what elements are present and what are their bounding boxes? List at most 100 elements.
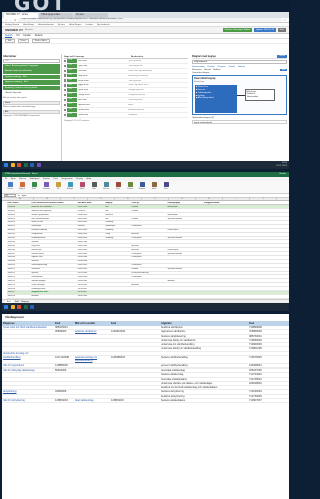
ribbon-button[interactable]: Slett [113, 182, 123, 192]
table-cell[interactable]: hudstatus [31, 268, 77, 270]
table-cell[interactable]: undersos om emotional ... [31, 206, 77, 208]
filter-item-clear[interactable]: Ubetalt: Fjern alle [3, 91, 60, 96]
column-letter[interactable]: B [34, 198, 61, 201]
table-cell[interactable]: søvnmønster [31, 276, 77, 278]
table-cell[interactable]: 289901004 [77, 280, 105, 282]
table-cell[interactable]: 289001008 [77, 245, 105, 247]
table-cell[interactable]: vårdbehandling [2, 356, 54, 363]
semantic-filter-dropdown[interactable]: Alle [3, 109, 60, 114]
table-cell[interactable]: Avsluttet [131, 284, 167, 286]
table-cell[interactable]: trykksår [31, 272, 77, 274]
concept-name[interactable]: trykk, tale [78, 65, 128, 67]
row-checkbox[interactable] [64, 93, 67, 97]
ribbon-button[interactable]: Tall [53, 182, 63, 192]
update-button[interactable]: Update: 2023-11-15 [253, 28, 277, 32]
table-cell[interactable]: Observasjon [167, 249, 203, 251]
excel-account[interactable]: Bruker [280, 172, 289, 177]
left-search-input[interactable]: Søk... [3, 59, 60, 63]
table-cell[interactable]: fallrisiko [31, 260, 77, 262]
table-cell[interactable]: 1804015 [7, 225, 31, 227]
ribbon-button[interactable]: Sorter [149, 182, 159, 192]
table-cell[interactable]: 289201004 [77, 253, 105, 255]
language-filter-dropdown[interactable]: Norsk [3, 100, 60, 105]
concept-name[interactable]: tale evne [78, 99, 128, 101]
table-cell[interactable]: Informasjon [167, 206, 203, 208]
table-cell[interactable]: Avsluttet [131, 233, 167, 235]
bookmark[interactable]: Nye kodeverk [97, 24, 110, 26]
table-cell[interactable]: funksjon ernæring [31, 229, 77, 231]
table-cell[interactable]: 289401008 [77, 260, 105, 262]
table-cell[interactable]: Spesifikt område [167, 268, 203, 270]
help-button[interactable]: Help [277, 28, 286, 32]
table-cell[interactable]: 1800009 [7, 260, 31, 262]
column-letter[interactable]: F [142, 198, 169, 201]
table-cell[interactable]: risk för hypovolemi [2, 364, 54, 367]
concept-name[interactable]: tale evne [78, 60, 128, 62]
table-cell[interactable]: inntak av mat [31, 221, 77, 223]
name-box[interactable]: B1 [4, 194, 16, 197]
table-cell[interactable]: ernæring [105, 237, 131, 239]
concept-name[interactable]: svelge evne [78, 94, 128, 96]
table-cell[interactable]: ernæringsstatus [31, 237, 77, 239]
table-cell[interactable]: fysisk svikt i/or blivit vårdbehovsbedöm [2, 326, 54, 329]
filter-item[interactable]: Aktivitet: hjelp med aktiviteter [3, 69, 60, 74]
table-cell[interactable]: Spesifikt område [167, 237, 203, 239]
formula-input[interactable]: signs [22, 195, 27, 197]
table-cell[interactable]: 289801009 [77, 276, 105, 278]
table-cell[interactable]: Avsluttet [131, 245, 167, 247]
table-cell[interactable]: 289501005 [77, 264, 105, 266]
table-cell[interactable]: vaktsom [31, 241, 77, 243]
back-icon[interactable]: ← [5, 19, 8, 22]
table-cell[interactable]: 2811009 ... [77, 210, 105, 212]
table-cell[interactable]: Profesjonell [131, 253, 167, 255]
table-cell[interactable]: Informasjon [167, 214, 203, 216]
table-cell[interactable]: Avsluttet [131, 249, 167, 251]
bookmark[interactable]: Getting Started [5, 24, 19, 26]
table-cell[interactable]: 1800016 [7, 288, 31, 290]
table-cell[interactable]: 1800013 [7, 276, 31, 278]
table-cell[interactable]: Profesjonell [131, 237, 167, 239]
table-cell[interactable]: 289701006 [77, 272, 105, 274]
column-letter[interactable]: D [88, 198, 115, 201]
chrome-icon[interactable] [17, 305, 21, 309]
menu-item[interactable]: Data [54, 177, 58, 181]
filter-dropdown[interactable]: Alle [5, 39, 15, 43]
menu-item[interactable]: Se gjennom [61, 177, 72, 181]
table-cell[interactable]: tale [105, 218, 131, 220]
word-icon[interactable] [30, 163, 34, 167]
result-row[interactable]: 289 hode evne Hodepine [64, 112, 188, 118]
tab-refsets[interactable]: Refsets [238, 66, 245, 68]
table-cell[interactable]: 1800006 [7, 249, 31, 251]
table-cell[interactable]: ökat vätskeintag [74, 399, 110, 402]
explorer-icon[interactable] [10, 305, 15, 309]
table-cell[interactable]: Kontakt [131, 210, 167, 212]
excel-icon[interactable] [23, 305, 28, 309]
table-cell[interactable]: 1800002 [7, 233, 31, 235]
tab-details[interactable]: Detaljer [207, 66, 214, 68]
concept-name[interactable]: hode evne [78, 114, 128, 116]
table-cell[interactable]: eliminasjon [31, 225, 77, 227]
filter-dropdown[interactable]: Status: Aktiv [31, 39, 50, 43]
tab-diagram[interactable]: Diagram [218, 66, 226, 68]
column-letter[interactable]: A [7, 198, 34, 201]
excel-icon[interactable] [23, 163, 28, 167]
table-cell[interactable]: Profesjonell [131, 256, 167, 258]
table-cell[interactable]: 290201002 [77, 288, 105, 290]
table-cell[interactable]: svelgvansker [31, 233, 77, 235]
ribbon-button[interactable]: Font [29, 182, 39, 192]
tree-node[interactable]: ■ Afasi (forstyrrelse) [196, 97, 236, 100]
table-cell[interactable]: Kontakt [131, 206, 167, 208]
concept-name[interactable]: foten evne [78, 89, 128, 91]
table-cell[interactable]: mobilitet [31, 295, 77, 297]
table-cell[interactable]: smerteregistrering [31, 264, 77, 266]
table-cell[interactable]: 1804010 [7, 218, 31, 220]
table-cell[interactable]: 290401008 [77, 295, 105, 297]
table-cell[interactable]: 1800010 [7, 264, 31, 266]
release-button[interactable]: Release: Norwegian Edition [222, 28, 253, 32]
table-cell[interactable]: Observasjon [167, 229, 203, 231]
table-cell[interactable]: 1800018 [7, 295, 31, 297]
link-relations[interactable]: Relasjoner [192, 69, 202, 71]
explorer-icon[interactable] [10, 163, 15, 167]
row-checkbox[interactable] [64, 69, 67, 72]
table-cell[interactable]: 290301007 [77, 291, 105, 293]
